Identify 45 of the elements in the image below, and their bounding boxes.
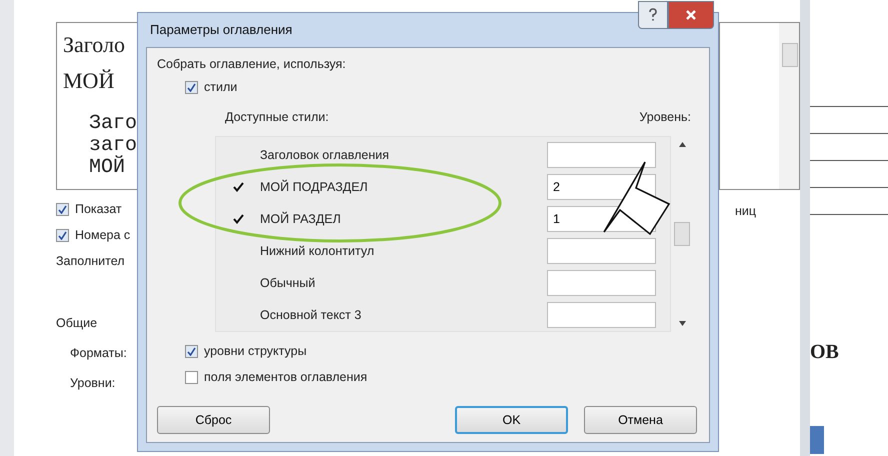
style-name[interactable]: МОЙ РАЗДЕЛ	[260, 212, 547, 226]
window-title: Параметры оглавления	[150, 22, 292, 37]
checkbox-label: уровни структуры	[204, 344, 307, 358]
filler-label: Заполнител	[56, 254, 125, 268]
checkbox[interactable]	[185, 370, 198, 384]
scroll-down-icon[interactable]	[678, 321, 686, 326]
checkbox[interactable]	[185, 344, 198, 358]
ok-button[interactable]: OK	[455, 406, 568, 434]
style-name[interactable]: Обычный	[260, 276, 547, 290]
help-button[interactable]	[638, 1, 668, 29]
level-input[interactable]	[547, 270, 656, 296]
close-button[interactable]	[668, 1, 714, 29]
style-name[interactable]: Заголовок оглавления	[260, 148, 547, 162]
level-input[interactable]	[547, 142, 656, 168]
checkbox-label: Номера с	[75, 228, 130, 242]
help-icon	[647, 8, 659, 22]
levels-label: Уровни:	[69, 376, 116, 390]
document-heading: ОВ	[810, 341, 840, 364]
level-input[interactable]	[547, 238, 656, 264]
style-name[interactable]: Нижний колонтитул	[260, 244, 547, 258]
section-label: Общие	[56, 316, 98, 330]
style-name[interactable]: МОЙ ПОДРАЗДЕЛ	[260, 180, 547, 194]
column-header: Доступные стили:	[225, 110, 329, 126]
checkbox[interactable]	[56, 202, 69, 216]
dialog-button[interactable]: Сброс	[157, 406, 270, 434]
style-name[interactable]: Основной текст 3	[260, 308, 547, 322]
preview-text: МОЙ	[88, 157, 126, 179]
preview-text: Заголо	[63, 31, 125, 59]
formats-label: Форматы:	[69, 346, 127, 360]
checkbox-label: стили	[204, 80, 238, 94]
scroll-thumb[interactable]	[674, 222, 690, 246]
tab-marker-icon	[810, 426, 824, 454]
checkbox[interactable]	[185, 80, 198, 94]
dialog-button[interactable]: Отмена	[584, 406, 697, 434]
section-label: Собрать оглавление, используя:	[157, 56, 347, 73]
preview-text: МОЙ	[63, 67, 114, 95]
close-icon	[685, 9, 697, 21]
checkbox-label: Показат	[75, 202, 122, 216]
checkbox[interactable]	[56, 228, 69, 242]
column-header: Уровень:	[639, 110, 691, 126]
level-input[interactable]	[547, 302, 656, 328]
label-text: ниц	[734, 204, 756, 220]
preview-text: Заго	[88, 113, 138, 135]
scroll-up-icon[interactable]	[678, 142, 686, 147]
checkbox-label: поля элементов оглавления	[204, 370, 368, 384]
